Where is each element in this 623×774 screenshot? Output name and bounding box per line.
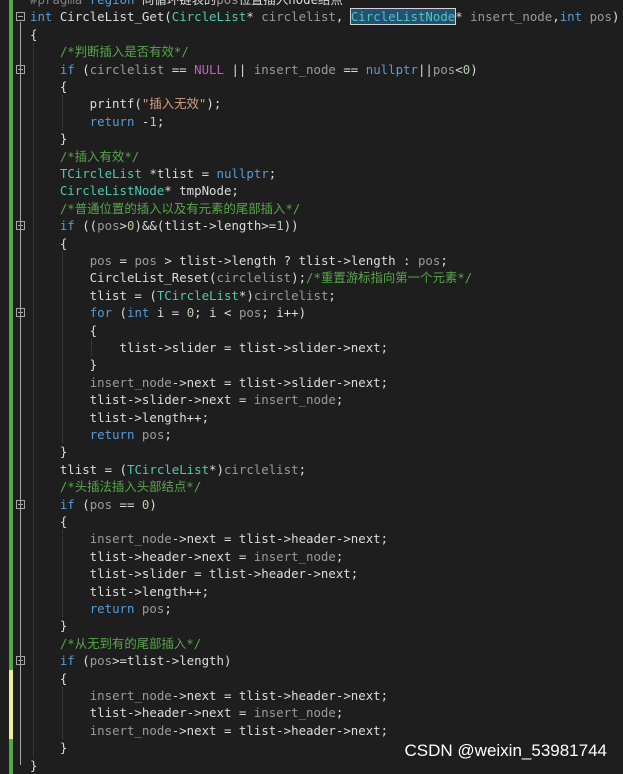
code-line[interactable]: CircleListNode* tmpNode; (30, 182, 239, 199)
code-line[interactable]: insert_node->next = tlist->slider->next; (30, 374, 388, 391)
change-marker (9, 739, 13, 774)
code-line[interactable]: /*普通位置的插入以及有元素的尾部插入*/ (30, 200, 300, 217)
code-line[interactable]: } (30, 739, 67, 756)
code-line[interactable]: } (30, 757, 37, 774)
code-line[interactable]: { (30, 235, 67, 252)
code-line[interactable]: } (30, 617, 67, 634)
outline-line (20, 318, 21, 365)
outline-line (20, 666, 21, 748)
code-line[interactable]: insert_node->next = tlist->header->next; (30, 530, 388, 547)
code-line[interactable]: tlist = (TCircleList*)circlelist; (30, 461, 306, 478)
code-line[interactable]: { (30, 26, 37, 43)
code-line[interactable]: return pos; (30, 426, 172, 443)
change-marker (9, 669, 13, 740)
code-line[interactable]: CircleList_Reset(circlelist);/*重置游标指向第一个… (30, 269, 473, 286)
csdn-watermark: CSDN @weixin_53981744 (404, 741, 607, 760)
code-line[interactable]: tlist->slider = tlist->slider->next; (30, 339, 389, 356)
code-line[interactable]: { (30, 513, 67, 530)
code-line[interactable]: return -1; (30, 113, 165, 130)
code-line[interactable]: tlist->header->next = insert_node; (30, 704, 344, 721)
outline-line (20, 74, 21, 139)
code-line[interactable]: if (circlelist == NULL || insert_node ==… (30, 61, 478, 78)
collapse-toggle-icon[interactable] (16, 12, 25, 22)
change-marker (9, 0, 13, 670)
code-line[interactable]: tlist->header->next = insert_node; (30, 548, 344, 565)
code-line[interactable]: tlist->length++; (30, 409, 209, 426)
code-line[interactable]: { (30, 322, 97, 339)
code-line[interactable]: int CircleList_Get(CircleList* circlelis… (30, 8, 619, 26)
code-line[interactable]: insert_node->next = tlist->header->next; (30, 722, 388, 739)
code-line[interactable]: tlist->slider->next = insert_node; (30, 391, 344, 408)
code-line[interactable]: } (30, 443, 67, 460)
code-line[interactable]: pos = pos > tlist->length ? tlist->lengt… (30, 252, 448, 269)
code-line[interactable]: return pos; (30, 600, 172, 617)
code-line[interactable]: /*判断插入是否有效*/ (30, 43, 189, 60)
code-line[interactable]: /*头插法插入头部结点*/ (30, 478, 201, 495)
code-line[interactable]: if ((pos>0)&&(tlist->length>=1)) (30, 217, 299, 234)
code-line[interactable]: #pragma region 向循环链表的pos位置插入node结点 (30, 0, 343, 8)
code-line[interactable]: } (30, 130, 67, 147)
code-line[interactable]: tlist->slider = tlist->header->next; (30, 565, 359, 582)
code-line[interactable]: insert_node->next = tlist->header->next; (30, 687, 388, 704)
code-line[interactable]: if (pos>=tlist->length) (30, 652, 232, 669)
outline-line (20, 509, 21, 608)
code-line[interactable]: { (30, 78, 67, 95)
code-line[interactable]: } (30, 356, 97, 373)
code-editor[interactable]: #pragma region 向循环链表的pos位置插入node结点int Ci… (0, 0, 623, 774)
code-line[interactable]: tlist = (TCircleList*)circlelist; (30, 287, 336, 304)
code-line[interactable]: for (int i = 0; i < pos; i++) (30, 304, 306, 321)
code-line[interactable]: { (30, 670, 67, 687)
code-line[interactable]: if (pos == 0) (30, 496, 157, 513)
code-line[interactable]: TCircleList *tlist = nullptr; (30, 165, 276, 182)
code-line[interactable]: tlist->length++; (30, 583, 209, 600)
code-line[interactable]: /*插入有效*/ (30, 148, 139, 165)
code-line[interactable]: /*从无到有的尾部插入*/ (30, 635, 201, 652)
code-line[interactable]: printf("插入无效"); (30, 95, 222, 112)
